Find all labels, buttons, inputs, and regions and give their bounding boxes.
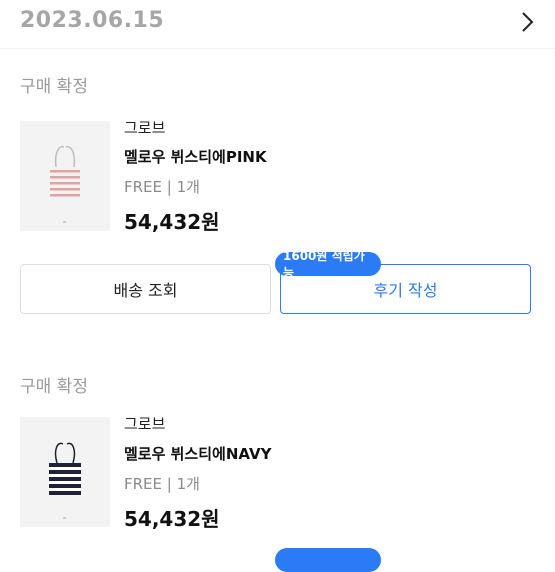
- brand-name: 그로브: [124, 119, 166, 137]
- bustier-pink-image: [20, 121, 110, 231]
- product-thumbnail-pink[interactable]: [20, 121, 110, 231]
- chevron-right-icon[interactable]: [517, 10, 537, 34]
- order-status: 구매 확정: [20, 77, 88, 97]
- product-option: FREE | 1개: [124, 178, 200, 196]
- product-price: 54,432원: [124, 210, 220, 234]
- header-divider: [0, 48, 555, 49]
- product-thumbnail-navy[interactable]: [20, 417, 110, 527]
- order-date: 2023.06.15: [20, 8, 165, 33]
- brand-name: 그로브: [124, 415, 166, 433]
- product-name[interactable]: 멜로우 뷔스티에PINK: [124, 146, 267, 167]
- product-option: FREE | 1개: [124, 475, 200, 493]
- order-status: 구매 확정: [20, 377, 88, 397]
- reward-points-badge-partial: [275, 548, 381, 572]
- track-delivery-button[interactable]: 배송 조회: [20, 264, 271, 314]
- order-date-header[interactable]: 2023.06.15: [0, 0, 555, 48]
- bustier-navy-image: [20, 417, 110, 527]
- product-price: 54,432원: [124, 507, 220, 531]
- product-name[interactable]: 멜로우 뷔스티에NAVY: [124, 443, 271, 464]
- reward-points-badge: 1600원 적립가능: [275, 249, 381, 280]
